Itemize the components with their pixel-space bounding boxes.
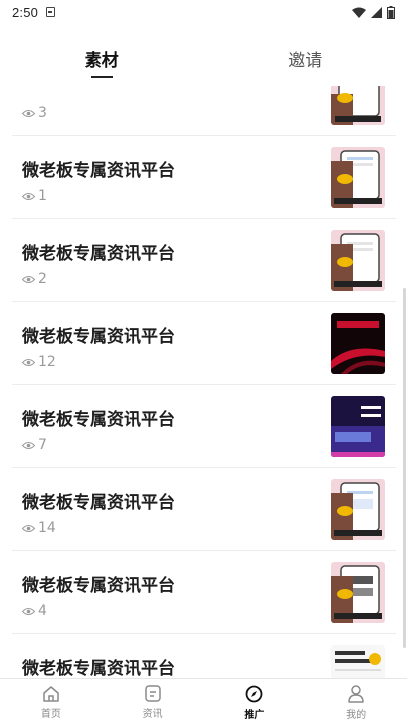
news-icon	[144, 685, 161, 702]
view-count: 14	[22, 520, 56, 536]
item-title: 微老板专属资讯平台	[22, 576, 175, 596]
item-title: 微老板专属资讯平台	[22, 161, 175, 181]
battery-icon	[387, 5, 395, 19]
top-tabs: 素材 邀请	[0, 36, 407, 86]
nav-promote-label: 推广	[244, 710, 265, 721]
status-time: 2:50	[12, 4, 39, 20]
view-count: 2	[22, 271, 47, 287]
list-item[interactable]: 3	[12, 86, 396, 136]
nav-news-label: 资讯	[142, 709, 163, 720]
compass-icon	[245, 685, 263, 703]
signal-icon	[371, 6, 382, 18]
view-count: 12	[22, 354, 56, 370]
view-count: 3	[22, 105, 47, 121]
view-count-value: 7	[38, 437, 47, 453]
nav-home-label: 首页	[40, 709, 61, 720]
home-icon	[43, 686, 59, 702]
nav-profile-label: 我的	[346, 710, 367, 721]
eye-icon	[22, 607, 35, 615]
material-list: 3 微老板专属资讯平台 1 微老板专属资讯平台 2 微老板专属资讯平台 12 微…	[0, 86, 407, 678]
nav-news[interactable]: 资讯	[102, 679, 204, 723]
list-item[interactable]: 微老板专属资讯平台 1	[12, 136, 396, 219]
status-icons	[352, 5, 395, 19]
item-title: 微老板专属资讯平台	[22, 493, 175, 513]
nav-promote[interactable]: 推广	[204, 679, 306, 723]
nav-home[interactable]: 首页	[0, 679, 102, 723]
list-item[interactable]: 微老板专属资讯平台 7	[12, 385, 396, 468]
view-count-value: 3	[38, 105, 47, 121]
view-count: 7	[22, 437, 47, 453]
thumbnail-image	[331, 86, 385, 125]
tab-invite[interactable]: 邀请	[204, 36, 407, 86]
view-count: 4	[22, 603, 47, 619]
tab-indicator	[90, 76, 113, 78]
list-item[interactable]: 微老板专属资讯平台 4	[12, 551, 396, 634]
scrollbar[interactable]	[403, 288, 406, 648]
wifi-icon	[352, 7, 366, 18]
eye-icon	[22, 109, 35, 117]
eye-icon	[22, 192, 35, 200]
item-title: 微老板专属资讯平台	[22, 659, 175, 678]
view-count-value: 14	[38, 520, 56, 536]
list-item[interactable]: 微老板专属资讯平台 12	[12, 302, 396, 385]
profile-icon	[348, 685, 364, 703]
thumbnail-image	[331, 396, 385, 457]
list-item[interactable]: 微老板专属资讯平台 2	[12, 219, 396, 302]
list-item[interactable]: 微老板专属资讯平台 14	[12, 468, 396, 551]
thumbnail-image	[331, 645, 385, 678]
view-count-value: 1	[38, 188, 47, 204]
view-count-value: 12	[38, 354, 56, 370]
view-count-value: 2	[38, 271, 47, 287]
eye-icon	[22, 358, 35, 366]
tab-invite-label: 邀请	[288, 51, 323, 71]
list-item[interactable]: 微老板专属资讯平台	[12, 634, 396, 678]
item-title: 微老板专属资讯平台	[22, 244, 175, 264]
thumbnail-image	[331, 313, 385, 374]
nav-profile[interactable]: 我的	[305, 679, 407, 723]
view-count-value: 4	[38, 603, 47, 619]
status-bar: 2:50	[0, 0, 407, 24]
thumbnail-image	[331, 562, 385, 623]
view-count: 1	[22, 188, 47, 204]
tab-materials-label: 素材	[84, 51, 119, 71]
eye-icon	[22, 524, 35, 532]
notification-icon	[46, 7, 56, 17]
thumbnail-image	[331, 147, 385, 208]
bottom-nav: 首页 资讯 推广 我的	[0, 678, 407, 723]
tab-materials[interactable]: 素材	[0, 36, 204, 86]
item-title: 微老板专属资讯平台	[22, 410, 175, 430]
eye-icon	[22, 275, 35, 283]
thumbnail-image	[331, 479, 385, 540]
thumbnail-image	[331, 230, 385, 291]
item-title: 微老板专属资讯平台	[22, 327, 175, 347]
eye-icon	[22, 441, 35, 449]
